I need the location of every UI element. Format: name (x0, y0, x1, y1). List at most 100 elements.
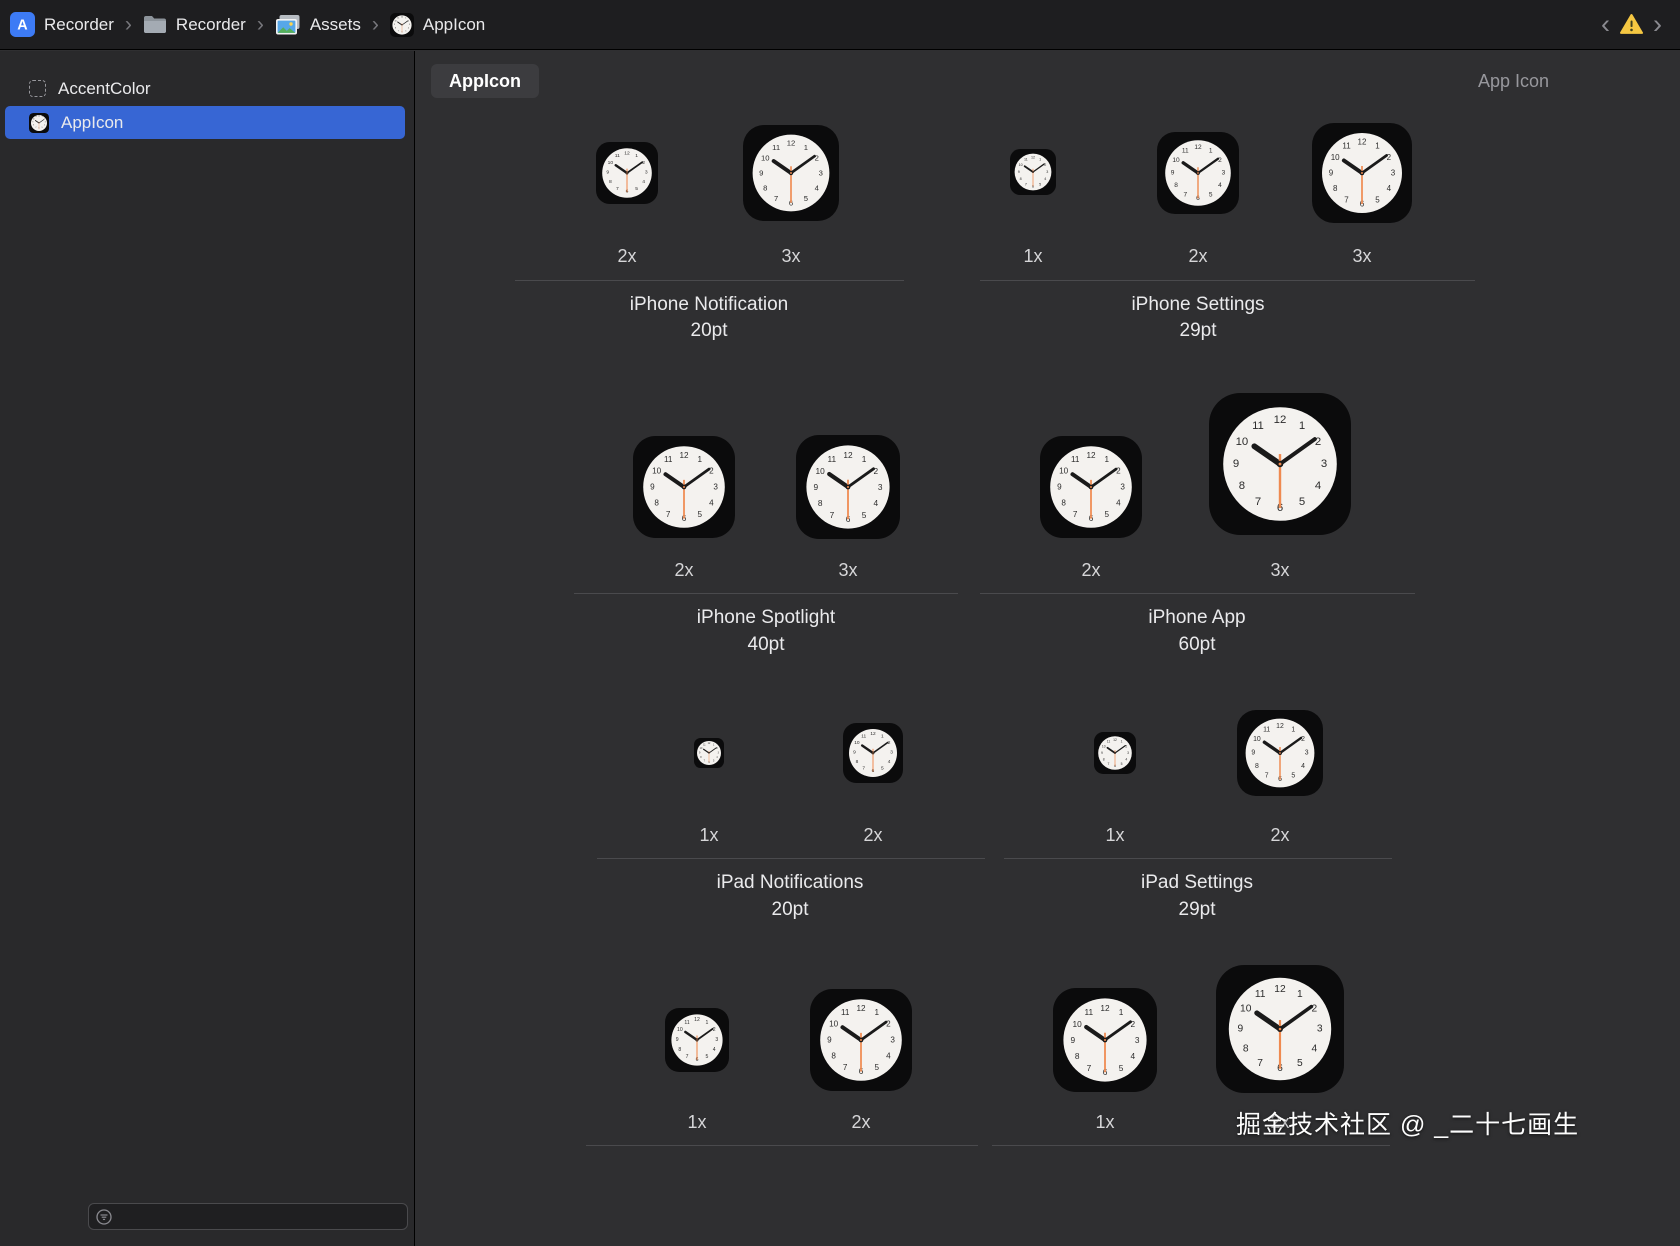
icon-slot[interactable]: 123456789101112 (1010, 149, 1056, 195)
svg-text:5: 5 (875, 1063, 880, 1072)
group-divider (597, 858, 985, 859)
svg-text:1: 1 (1209, 148, 1213, 155)
icon-slot[interactable]: 123456789101112 (1040, 436, 1142, 538)
svg-text:11: 11 (1255, 989, 1266, 1000)
clock-app-icon: 123456789101112 (1040, 436, 1142, 538)
icon-slot[interactable]: 123456789101112 (1209, 393, 1351, 535)
svg-text:2: 2 (815, 154, 819, 163)
group-name: iPhone Spotlight (696, 607, 836, 628)
svg-text:11: 11 (615, 153, 620, 159)
svg-text:8: 8 (1333, 184, 1338, 193)
svg-text:7: 7 (666, 510, 671, 519)
svg-text:10: 10 (854, 740, 860, 746)
svg-text:9: 9 (827, 1036, 832, 1045)
svg-text:12: 12 (1194, 144, 1202, 151)
svg-text:12: 12 (856, 1004, 866, 1013)
icon-slot[interactable]: 123456789101112 (633, 436, 735, 538)
group-size: 20pt (690, 320, 728, 341)
icon-slot[interactable]: 123456789101112 (843, 723, 903, 783)
svg-text:10: 10 (677, 1027, 683, 1033)
svg-text:2: 2 (642, 160, 645, 166)
svg-text:5: 5 (881, 766, 884, 772)
svg-text:12: 12 (694, 1017, 700, 1023)
svg-text:12: 12 (679, 451, 689, 460)
svg-text:9: 9 (1329, 169, 1334, 178)
group-name: iPad Notifications (716, 872, 864, 893)
group-divider (1004, 858, 1392, 859)
group-divider (574, 593, 958, 594)
svg-text:7: 7 (616, 186, 619, 192)
svg-text:9: 9 (650, 483, 655, 492)
svg-text:11: 11 (1024, 158, 1028, 162)
svg-text:11: 11 (1071, 455, 1080, 464)
icon-slot[interactable]: 123456789101112 (694, 738, 724, 768)
svg-text:4: 4 (1387, 184, 1392, 193)
clock-app-icon: 123456789101112 (1157, 132, 1239, 214)
icon-slot[interactable]: 123456789101112 (796, 435, 900, 539)
svg-text:3: 3 (645, 170, 648, 176)
icon-slot[interactable]: 123456789101112 (596, 142, 658, 204)
svg-text:8: 8 (1174, 182, 1178, 189)
svg-text:5: 5 (1105, 510, 1110, 519)
svg-text:3: 3 (713, 483, 718, 492)
svg-text:10: 10 (1059, 467, 1069, 476)
svg-text:3: 3 (890, 1036, 895, 1045)
svg-text:8: 8 (856, 759, 859, 765)
svg-text:9: 9 (759, 169, 763, 178)
svg-text:8: 8 (1061, 498, 1066, 507)
svg-text:7: 7 (1108, 762, 1110, 766)
svg-text:8: 8 (1075, 1051, 1080, 1061)
svg-text:9: 9 (1070, 1035, 1075, 1045)
svg-text:2: 2 (1131, 1019, 1136, 1029)
icon-slot[interactable]: 123456789101112 (1312, 123, 1412, 223)
svg-text:1: 1 (635, 153, 638, 159)
asset-title-tab[interactable]: AppIcon (431, 64, 539, 98)
scale-label: 2x (1270, 825, 1290, 845)
group-name: iPhone Settings (1131, 294, 1265, 315)
svg-text:3: 3 (1222, 170, 1226, 177)
scale-label: 1x (1095, 1112, 1115, 1132)
svg-text:4: 4 (1044, 177, 1046, 181)
icon-slot[interactable]: 123456789101112 (1216, 965, 1344, 1093)
svg-text:1: 1 (705, 1020, 708, 1026)
group-name: iPad Settings (1141, 872, 1253, 893)
svg-text:7: 7 (1087, 1063, 1092, 1073)
svg-text:10: 10 (1240, 1004, 1252, 1015)
clock-app-icon: 123456789101112 (1209, 393, 1351, 535)
svg-text:1: 1 (1375, 142, 1380, 151)
svg-text:9: 9 (1057, 483, 1062, 492)
icon-slot[interactable]: 123456789101112 (665, 1008, 729, 1072)
svg-text:12: 12 (1274, 414, 1287, 426)
group-divider (980, 593, 1415, 594)
svg-text:8: 8 (831, 1051, 836, 1060)
svg-text:4: 4 (815, 183, 820, 192)
clock-app-icon: 123456789101112 (633, 436, 735, 538)
icon-slot[interactable]: 123456789101112 (743, 125, 839, 221)
svg-text:9: 9 (676, 1037, 679, 1043)
icon-slot[interactable]: 123456789101112 (1237, 710, 1323, 796)
svg-text:4: 4 (874, 498, 879, 508)
asset-type-label: App Icon (1477, 71, 1549, 91)
group-divider (980, 280, 1475, 281)
icon-slot[interactable]: 123456789101112 (1053, 988, 1157, 1092)
scale-label: 3x (1270, 560, 1290, 580)
svg-text:3: 3 (1135, 1035, 1140, 1045)
icon-slot[interactable]: 123456789101112 (1094, 732, 1136, 774)
svg-text:12: 12 (870, 731, 876, 737)
svg-text:10: 10 (816, 466, 826, 476)
svg-text:12: 12 (1274, 984, 1286, 995)
svg-text:4: 4 (642, 179, 645, 185)
svg-text:7: 7 (862, 766, 865, 772)
icon-slot[interactable]: 123456789101112 (1157, 132, 1239, 214)
group-divider (992, 1145, 1390, 1146)
svg-text:12: 12 (787, 139, 796, 148)
scale-label: 2x (1081, 560, 1101, 580)
svg-text:9: 9 (1233, 458, 1239, 470)
svg-text:11: 11 (841, 1008, 850, 1017)
icon-slot[interactable]: 123456789101112 (810, 989, 912, 1091)
clock-app-icon: 123456789101112 (1053, 988, 1157, 1092)
svg-text:2: 2 (1125, 744, 1127, 748)
svg-text:7: 7 (1025, 182, 1027, 186)
svg-text:7: 7 (686, 1054, 689, 1060)
svg-text:11: 11 (861, 733, 866, 739)
